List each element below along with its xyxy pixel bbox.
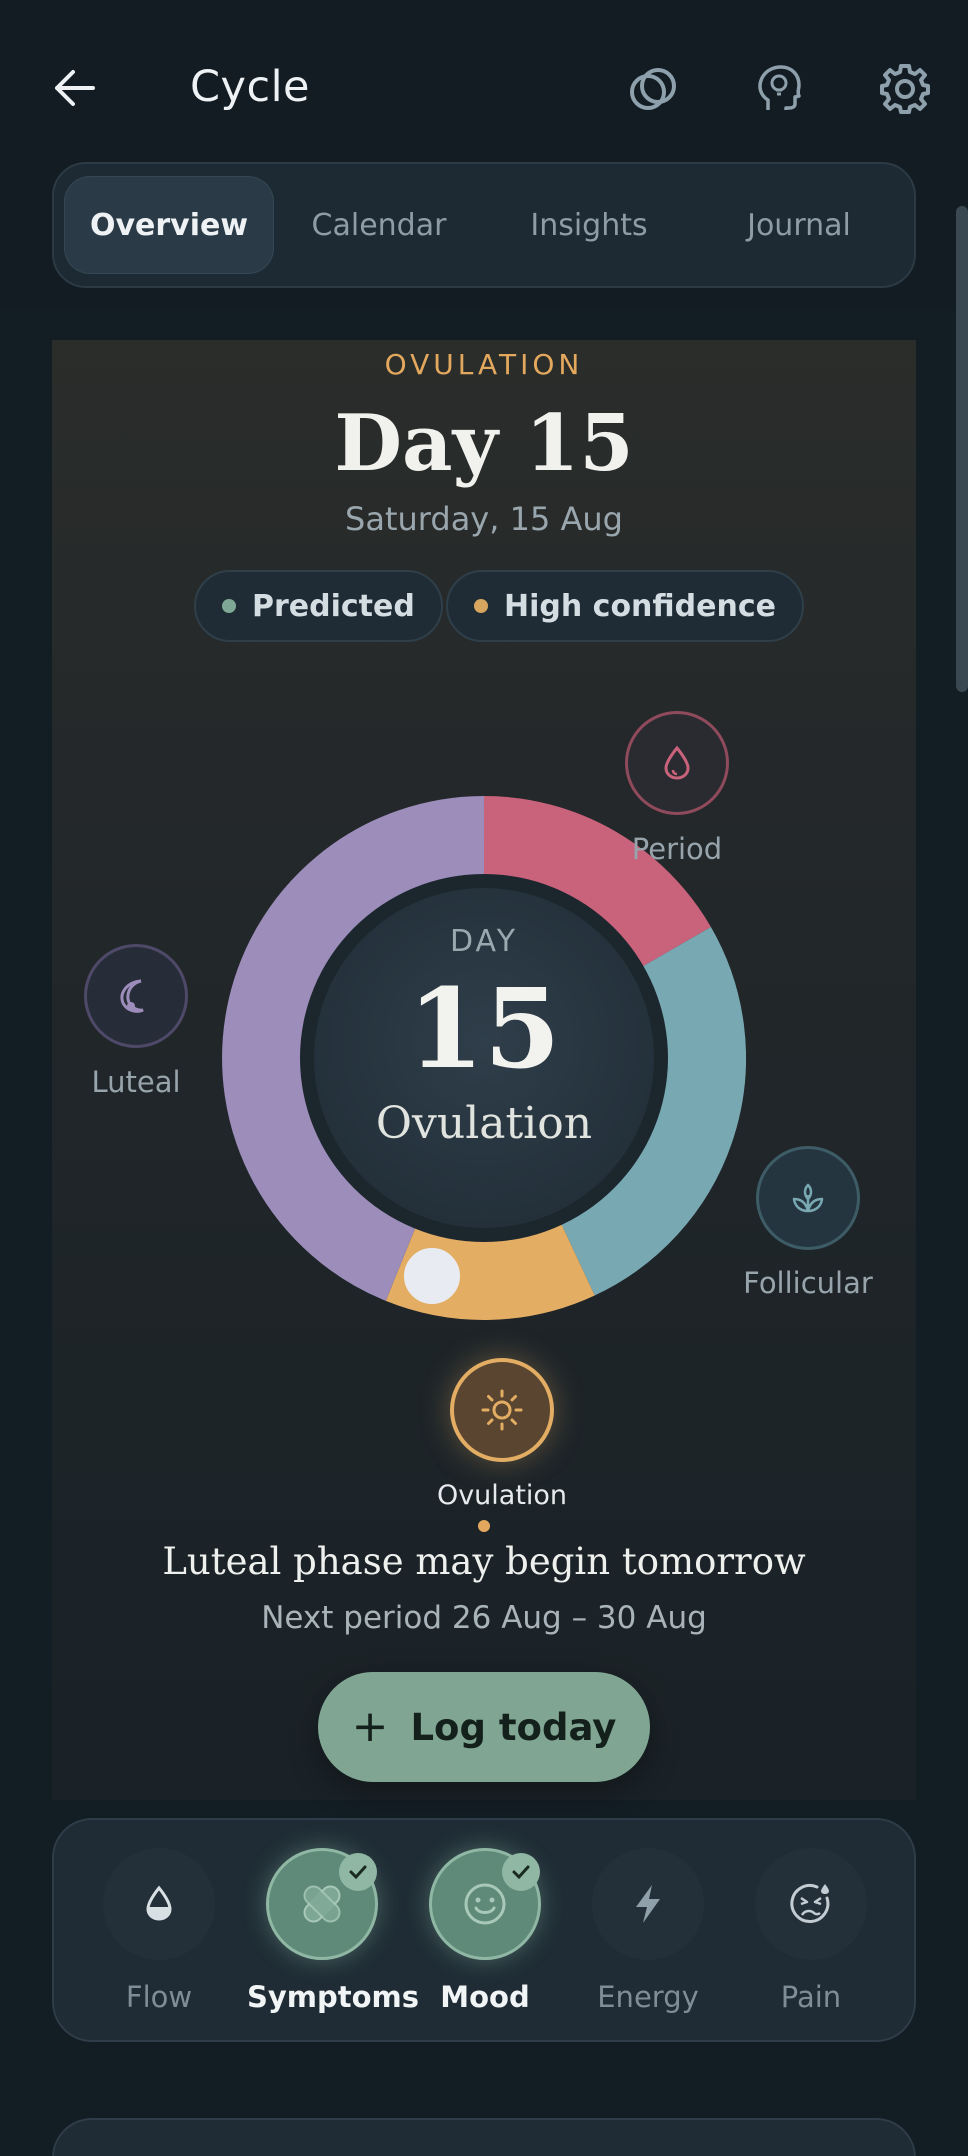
- pain-face-icon: [790, 1884, 830, 1923]
- moon-icon: [120, 979, 144, 1013]
- status-dot: [474, 599, 488, 613]
- flow-button[interactable]: [103, 1848, 215, 1960]
- quick-log-flow[interactable]: Flow: [84, 1848, 234, 2014]
- bandage-icon: [303, 1885, 341, 1923]
- tab-insights[interactable]: Insights: [484, 176, 694, 274]
- page-title: Cycle: [190, 62, 311, 112]
- cycles-button[interactable]: [622, 58, 684, 120]
- follicular-node-label: Follicular: [743, 1266, 873, 1300]
- ovulation-node[interactable]: [450, 1358, 554, 1462]
- bolt-icon: [636, 1885, 660, 1923]
- quick-log-energy[interactable]: Energy: [573, 1848, 723, 2014]
- predicted-badge: Predicted: [194, 570, 443, 642]
- back-arrow-icon: [55, 70, 95, 106]
- rings-icon: [630, 68, 676, 110]
- energy-label: Energy: [597, 1980, 699, 2014]
- smile-icon: [464, 1883, 506, 1925]
- phase-forecast-headline: Luteal phase may begin tomorrow: [162, 1540, 806, 1583]
- next-card-peek: [52, 2118, 916, 2156]
- flow-label: Flow: [125, 1980, 193, 2014]
- sprout-icon: [792, 1183, 824, 1213]
- ovulation-node-label: Ovulation: [436, 1480, 568, 1511]
- period-node[interactable]: [625, 711, 729, 815]
- gear-icon: [880, 64, 930, 114]
- back-button[interactable]: [44, 62, 104, 114]
- drop-half-icon: [146, 1885, 172, 1921]
- pain-button[interactable]: [755, 1848, 867, 1960]
- quick-log-mood[interactable]: Mood: [410, 1848, 560, 2014]
- current-phase-label: OVULATION: [384, 348, 584, 381]
- sun-icon: [481, 1389, 523, 1431]
- ovulation-indicator-dot: [478, 1520, 490, 1532]
- mood-button[interactable]: [429, 1848, 541, 1960]
- day-title: Day 15: [334, 398, 634, 489]
- checkmark-icon: [502, 1853, 540, 1891]
- insights-button[interactable]: [748, 58, 810, 120]
- pain-label: Pain: [780, 1980, 842, 2014]
- ring-day-number: 15: [407, 964, 561, 1093]
- period-node-label: Period: [631, 832, 723, 866]
- tab-overview[interactable]: Overview: [64, 176, 274, 274]
- quick-log-panel: Flow Symptoms Mood Energy Pain: [52, 1818, 916, 2042]
- checkmark-icon: [339, 1853, 377, 1891]
- luteal-node[interactable]: [84, 944, 188, 1048]
- predicted-label: Predicted: [252, 588, 415, 624]
- tab-bar: Overview Calendar Insights Journal: [52, 162, 916, 288]
- tab-calendar[interactable]: Calendar: [274, 176, 484, 274]
- quick-log-symptoms[interactable]: Symptoms: [247, 1848, 420, 2014]
- plus-icon: +: [351, 1701, 389, 1752]
- drop-icon: [664, 745, 690, 780]
- mood-label: Mood: [440, 1980, 530, 2014]
- status-dot: [222, 599, 236, 613]
- ring-phase-name: Ovulation: [375, 1098, 593, 1149]
- head-bulb-icon: [758, 65, 801, 110]
- symptoms-label: Symptoms: [247, 1980, 420, 2014]
- energy-button[interactable]: [592, 1848, 704, 1960]
- top-app-bar: Cycle: [0, 40, 968, 136]
- tab-journal[interactable]: Journal: [694, 176, 904, 274]
- confidence-badge: High confidence: [446, 570, 804, 642]
- current-date: Saturday, 15 Aug: [345, 500, 623, 538]
- symptoms-button[interactable]: [266, 1848, 378, 1960]
- current-day-marker[interactable]: [400, 1244, 464, 1308]
- luteal-node-label: Luteal: [91, 1065, 181, 1099]
- log-today-button[interactable]: + Log today: [318, 1672, 650, 1782]
- ring-day-caption: DAY: [449, 924, 519, 959]
- next-period-range: Next period 26 Aug – 30 Aug: [261, 1600, 707, 1636]
- confidence-label: High confidence: [504, 588, 776, 624]
- settings-button[interactable]: [874, 58, 936, 120]
- quick-log-pain[interactable]: Pain: [736, 1848, 886, 2014]
- follicular-node[interactable]: [756, 1146, 860, 1250]
- cycle-ring[interactable]: DAY 15 Ovulation: [222, 796, 746, 1320]
- log-today-label: Log today: [410, 1705, 617, 1749]
